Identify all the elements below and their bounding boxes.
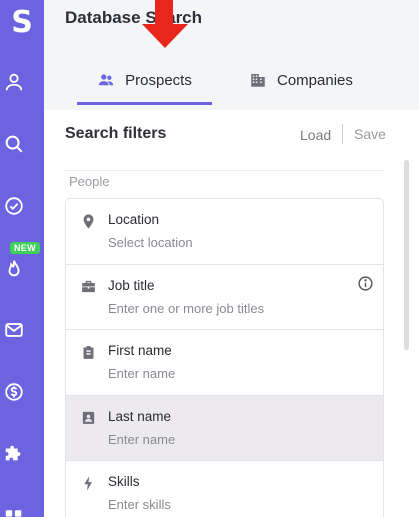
filter-label: Job title [108, 277, 155, 293]
nav-rail: S NEW [0, 0, 44, 517]
location-pin-icon [79, 212, 97, 230]
filter-placeholder: Enter name [108, 431, 176, 447]
people-icon [99, 74, 114, 86]
filters-title: Search filters [65, 125, 167, 142]
tab-prospects[interactable]: Prospects [77, 55, 212, 105]
building-icon [251, 74, 265, 87]
section-label-people: People [69, 174, 110, 189]
apps-grid-icon[interactable] [0, 499, 28, 517]
filter-label: Last name [108, 408, 172, 424]
info-icon[interactable] [357, 275, 374, 292]
new-badge: NEW [10, 242, 40, 254]
save-button[interactable]: Save [354, 126, 386, 142]
filter-label: First name [108, 343, 172, 358]
contact-card-icon [79, 409, 97, 427]
filter-placeholder: Enter one or more job titles [108, 300, 265, 316]
bolt-icon [79, 474, 97, 492]
tab-companies[interactable]: Companies [249, 55, 353, 105]
briefcase-icon [79, 278, 97, 296]
search-filters-panel: Search filters Load Save People Location… [44, 110, 419, 517]
puzzle-icon[interactable] [0, 440, 28, 468]
dollar-icon[interactable] [0, 378, 28, 406]
filter-placeholder: Select location [108, 235, 193, 250]
clipboard-icon [79, 343, 97, 361]
panel-scrollbar[interactable] [404, 160, 409, 350]
tasks-check-icon[interactable] [0, 192, 28, 220]
app-logo[interactable]: S [0, 0, 44, 44]
tab-prospects-label: Prospects [125, 71, 192, 89]
active-tab-indicator [77, 102, 212, 105]
filter-list: Location Select location Job title Enter… [65, 198, 384, 517]
filter-skills[interactable]: Skills Enter skills [66, 461, 383, 517]
tab-companies-label: Companies [277, 71, 353, 89]
main-area: Database Search Prospects Companies Sear… [44, 0, 419, 517]
annotation-arrow-icon [142, 0, 188, 48]
filter-first-name[interactable]: First name Enter name [66, 330, 383, 396]
mail-icon[interactable] [0, 316, 28, 344]
filter-job-title[interactable]: Job title Enter one or more job titles [66, 265, 383, 330]
search-icon[interactable] [0, 130, 28, 158]
profile-icon[interactable] [0, 68, 28, 96]
search-tabs: Prospects Companies [44, 55, 419, 105]
filter-label: Location [108, 212, 160, 227]
filter-location[interactable]: Location Select location [66, 199, 383, 265]
section-divider [65, 170, 384, 171]
filter-placeholder: Enter name [108, 366, 176, 381]
flame-icon[interactable] [0, 255, 28, 283]
toolbar-separator [342, 124, 343, 144]
filter-label: Skills [108, 474, 140, 489]
filter-placeholder: Enter skills [108, 497, 171, 512]
load-button[interactable]: Load [300, 127, 331, 143]
filter-last-name[interactable]: Last name Enter name [66, 395, 383, 461]
